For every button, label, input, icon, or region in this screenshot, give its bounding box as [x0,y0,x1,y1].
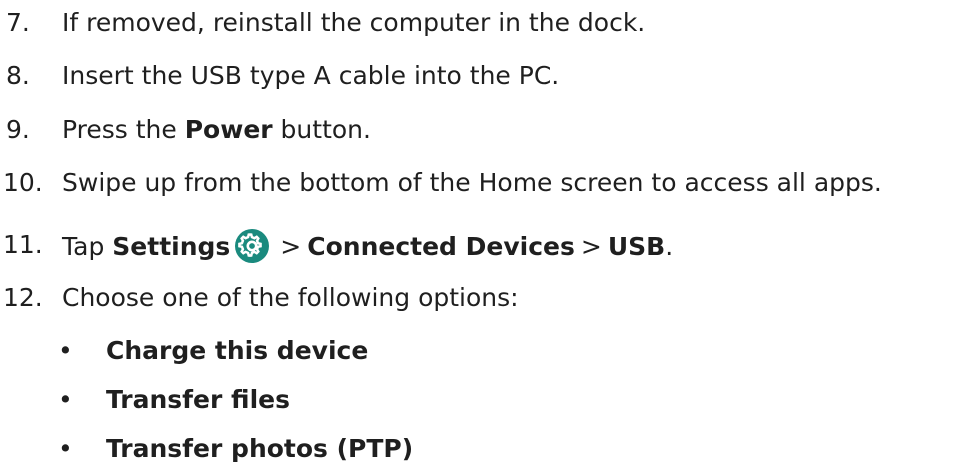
step-number: 12. [3,283,43,312]
bullet-icon: • [58,385,73,414]
step-text: Tap Settings > Connected Devices > USB. [62,228,673,264]
power-label: Power [184,115,273,144]
settings-label: Settings [112,232,231,261]
usb-label: USB [607,232,666,261]
step-text-pre: Tap [62,232,113,261]
step-text-post: button. [272,115,371,144]
step-text-pre: Press the [62,115,185,144]
step-text: If removed, reinstall the computer in th… [62,8,646,37]
step-number: 8. [6,61,30,90]
connected-devices-label: Connected Devices [307,232,575,261]
step-text: Press the Power button. [62,113,371,147]
step-number: 11. [3,230,43,259]
breadcrumb-separator: > [580,232,602,261]
option-label: Transfer files [106,385,290,414]
step-text-post: . [665,232,674,261]
option-label: Charge this device [106,336,369,365]
step-text: Swipe up from the bottom of the Home scr… [62,168,882,197]
option-label: Transfer photos (PTP) [106,434,414,463]
bullet-icon: • [58,336,73,365]
bullet-icon: • [58,434,73,463]
step-number: 9. [6,115,30,144]
step-number: 7. [6,8,30,37]
gear-icon [235,229,270,263]
step-text: Insert the USB type A cable into the PC. [62,61,560,90]
breadcrumb-separator: > [280,232,302,261]
step-text: Choose one of the following options: [62,283,519,312]
step-number: 10. [3,168,43,197]
